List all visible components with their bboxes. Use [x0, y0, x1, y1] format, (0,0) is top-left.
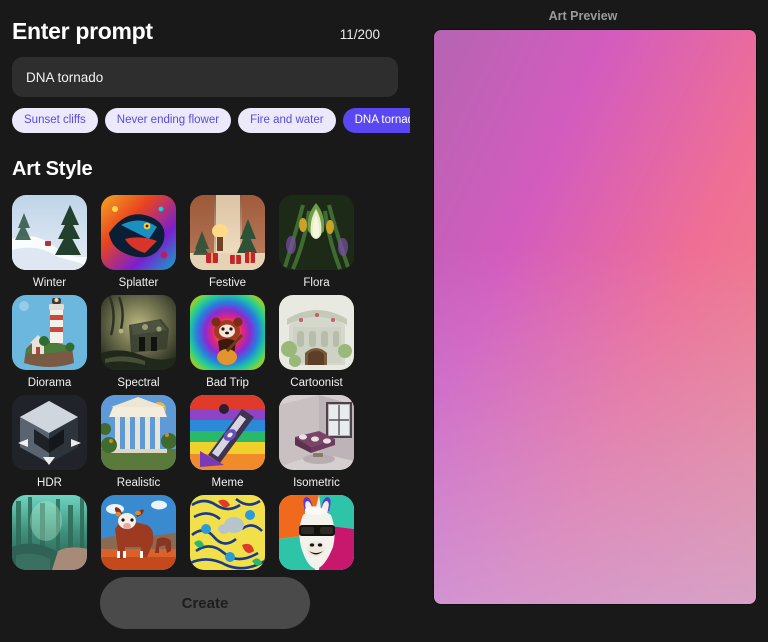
- art-style-thumbnail[interactable]: [101, 295, 176, 370]
- art-style-thumbnail[interactable]: [190, 395, 265, 470]
- art-style-thumbnail[interactable]: [12, 495, 87, 570]
- preview-title: Art Preview: [410, 9, 756, 23]
- art-style-label: Isometric: [279, 475, 354, 491]
- preview-panel: Art Preview: [410, 0, 768, 642]
- art-style-item[interactable]: Winter: [12, 195, 87, 291]
- art-style-thumbnail[interactable]: [190, 195, 265, 270]
- art-style-item[interactable]: Splatter: [101, 195, 176, 291]
- art-style-label: Spectral: [101, 375, 176, 391]
- suggestion-chip[interactable]: DNA tornado: [343, 108, 410, 133]
- art-style-label: Flora: [279, 275, 354, 291]
- prompt-header: Enter prompt 11/200: [0, 0, 410, 45]
- art-style-thumbnail[interactable]: [279, 395, 354, 470]
- art-style-label: Festive: [190, 275, 265, 291]
- art-style-item[interactable]: Flora: [279, 195, 354, 291]
- art-style-item[interactable]: HDR: [12, 395, 87, 491]
- art-style-item[interactable]: Spectral: [101, 295, 176, 391]
- art-style-item[interactable]: Isometric: [279, 395, 354, 491]
- art-style-thumbnail[interactable]: [279, 495, 354, 570]
- page-title: Enter prompt: [12, 18, 153, 45]
- art-style-thumbnail[interactable]: [101, 495, 176, 570]
- art-style-heading: Art Style: [12, 158, 410, 181]
- create-bar: Create: [0, 570, 410, 642]
- art-style-item[interactable]: Realistic: [101, 395, 176, 491]
- character-counter: 11/200: [340, 27, 380, 42]
- art-style-item[interactable]: Bad Trip: [190, 295, 265, 391]
- art-style-label: Splatter: [101, 275, 176, 291]
- art-style-label: HDR: [12, 475, 87, 491]
- art-style-label: Meme: [190, 475, 265, 491]
- art-style-thumbnail[interactable]: [101, 395, 176, 470]
- art-style-item[interactable]: Cartoonist: [279, 295, 354, 391]
- art-style-label: Diorama: [12, 375, 87, 391]
- art-style-label: Winter: [12, 275, 87, 291]
- art-style-item[interactable]: Diorama: [12, 295, 87, 391]
- prompt-input[interactable]: DNA tornado: [12, 57, 398, 97]
- art-style-thumbnail[interactable]: [101, 195, 176, 270]
- art-style-item[interactable]: Festive: [190, 195, 265, 291]
- art-style-thumbnail[interactable]: [190, 295, 265, 370]
- art-style-thumbnail[interactable]: [12, 295, 87, 370]
- create-button[interactable]: Create: [100, 577, 310, 629]
- art-style-thumbnail[interactable]: [190, 495, 265, 570]
- art-style-grid: Winter Splatter Festive Flora: [12, 195, 383, 591]
- art-style-label: Realistic: [101, 475, 176, 491]
- art-style-thumbnail[interactable]: [279, 195, 354, 270]
- suggestion-chip-list: Sunset cliffs Never ending flower Fire and…: [12, 108, 398, 133]
- preview-canvas[interactable]: [434, 30, 756, 604]
- art-style-thumbnail[interactable]: [279, 295, 354, 370]
- art-style-item[interactable]: Meme: [190, 395, 265, 491]
- prompt-panel: Enter prompt 11/200 DNA tornado Sunset c…: [0, 0, 410, 642]
- art-style-label: Bad Trip: [190, 375, 265, 391]
- art-style-thumbnail[interactable]: [12, 395, 87, 470]
- suggestion-chip[interactable]: Sunset cliffs: [12, 108, 98, 133]
- art-style-thumbnail[interactable]: [12, 195, 87, 270]
- art-style-label: Cartoonist: [279, 375, 354, 391]
- art-generator-app: Enter prompt 11/200 DNA tornado Sunset c…: [0, 0, 768, 642]
- suggestion-chip[interactable]: Fire and water: [238, 108, 336, 133]
- prompt-input-value: DNA tornado: [26, 70, 103, 85]
- suggestion-chip[interactable]: Never ending flower: [105, 108, 231, 133]
